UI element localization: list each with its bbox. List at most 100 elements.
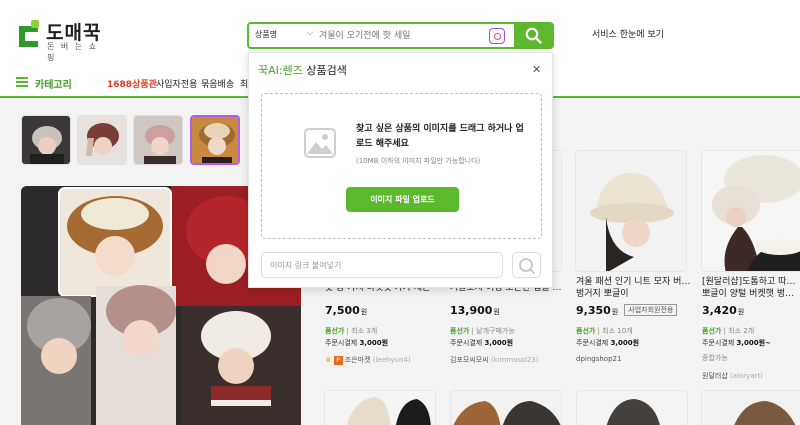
price-tag: 품선가	[325, 327, 345, 335]
seller-name: 김포모씨모씨	[450, 356, 489, 364]
shipping-fee: 3,000원	[359, 339, 389, 347]
shipping-label: 주문시결제	[325, 339, 358, 347]
search-icon	[519, 258, 535, 274]
price-unit: 원	[611, 308, 619, 316]
price-unit: 원	[493, 308, 500, 316]
product-photo	[702, 151, 800, 271]
price-tag: 품선가	[450, 327, 470, 335]
product-min-order: 품선가 | 최소 10개	[576, 327, 633, 335]
shipping-label: 주문시결제	[450, 339, 483, 347]
seller-name: 조은마켓	[344, 356, 371, 364]
price-value: 7,500	[325, 304, 360, 317]
price-value: 3,420	[702, 304, 737, 317]
seller-id: (leehyun4)	[372, 356, 411, 364]
thumbnail-image	[134, 116, 182, 164]
nav-item-bundle-shipping[interactable]: 묶음배송	[201, 77, 234, 90]
service-overview-link[interactable]: 서비스 한눈에 보기	[592, 27, 664, 40]
shipping-fee: 3,000원	[484, 339, 514, 347]
power-seller-icon: P	[333, 356, 343, 365]
product-shipping: 주문시결제 3,000원	[576, 338, 639, 348]
search-button[interactable]	[514, 22, 554, 49]
popup-title: 꾹AI:렌즈 상품검색	[258, 62, 347, 78]
product-photo	[451, 391, 561, 425]
product-photo	[325, 391, 435, 425]
search-box: 상품명 ⌵	[247, 22, 515, 49]
menu-icon[interactable]	[16, 77, 28, 87]
shipping-label: 주문시결제	[702, 339, 735, 347]
chevron-down-icon[interactable]: ⌵	[307, 28, 313, 38]
product-shipping: 주문시결제 3,000원~	[702, 338, 771, 348]
search-input[interactable]	[319, 27, 479, 45]
image-icon	[304, 128, 336, 158]
product-image[interactable]	[701, 390, 800, 425]
price-tag: 품선가	[702, 327, 722, 335]
reference-thumbnail[interactable]	[21, 115, 71, 165]
product-image[interactable]	[450, 390, 562, 425]
popup-brand: 꾹AI:렌즈	[258, 64, 303, 77]
category-menu[interactable]: 카테고리	[35, 76, 72, 91]
product-image[interactable]	[324, 390, 436, 425]
product-price: 9,350원 사업자회원전용	[576, 304, 678, 317]
min-quantity: 최소 2개	[728, 327, 755, 335]
logo[interactable]: 도매꾹 돈 버 는 쇼 핑	[16, 18, 106, 62]
reference-thumbnail-selected[interactable]	[190, 115, 240, 165]
price-unit: 원	[360, 308, 368, 316]
link-search-button[interactable]	[512, 252, 541, 278]
reference-thumbnail[interactable]	[77, 115, 127, 165]
product-photo	[577, 391, 687, 425]
search-icon	[525, 27, 542, 44]
product-price: 13,900원	[450, 304, 500, 317]
product-image[interactable]	[701, 150, 800, 272]
min-quantity: 최소 10개	[602, 327, 633, 335]
seller-info[interactable]: 김포모씨모씨 (kimmossi23)	[450, 355, 538, 365]
price-tag: 품선가	[576, 327, 596, 335]
seller-info[interactable]: ♛ P 조은마켓 (leehyun4)	[325, 355, 411, 365]
product-min-order: 품선가 | 낱개구매가능	[450, 327, 515, 335]
file-size-note: (10MB 이하의 이미지 파일만 가능합니다)	[356, 157, 481, 165]
image-link-input[interactable]: 이미지 링크 붙여넣기	[261, 252, 503, 278]
seller-info[interactable]: 원달러샵 (aloryart)	[702, 371, 763, 381]
image-drop-zone[interactable]: 찾고 싶은 상품의 이미지를 드래그 하거나 업로드 해주세요 (10MB 이하…	[261, 93, 542, 239]
product-shipping: 주문시결제 3,000원	[325, 338, 388, 348]
price-value: 9,350	[576, 304, 611, 317]
seller-id: (aloryart)	[730, 372, 763, 380]
search-type-select[interactable]: 상품명	[255, 29, 277, 40]
thumbnail-image	[192, 117, 238, 163]
seller-id: (kimmossi23)	[490, 356, 539, 364]
nav-item-business-only[interactable]: 사입자전용	[156, 77, 197, 90]
min-quantity: 최소 3개	[351, 327, 378, 335]
seller-name: 원달러샵	[702, 372, 728, 380]
reference-thumbnail[interactable]	[133, 115, 183, 165]
product-price: 3,420원	[702, 304, 744, 317]
shipping-label: 주문시결제	[576, 339, 609, 347]
shipping-fee: 3,000원~	[736, 339, 771, 347]
business-member-badge: 사업자회원전용	[624, 304, 678, 316]
product-extra-info: 종합가능	[702, 354, 728, 362]
product-title-line2[interactable]: 벙거지 뽀글이	[576, 286, 694, 299]
thumbnail-image	[22, 116, 70, 164]
thumbnail-image	[78, 116, 126, 164]
product-photo	[702, 391, 800, 425]
product-shipping: 주문시결제 3,000원	[450, 338, 513, 348]
product-min-order: 품선가 | 최소 2개	[702, 327, 755, 335]
product-photo	[576, 151, 686, 271]
drop-instruction: 찾고 싶은 상품의 이미지를 드래그 하거나 업로드 해주세요	[356, 124, 524, 149]
image-search-popup: 꾹AI:렌즈 상품검색 ✕ 찾고 싶은 상품의 이미지를 드래그 하거나 업로드…	[248, 52, 553, 288]
product-image[interactable]	[575, 150, 687, 272]
min-quantity: 낱개구매가능	[476, 327, 515, 335]
logo-subtitle: 돈 버 는 쇼 핑	[47, 42, 99, 62]
shipping-fee: 3,000원	[610, 339, 640, 347]
close-icon[interactable]: ✕	[532, 63, 541, 76]
product-image[interactable]	[576, 390, 688, 425]
image-search-camera-icon[interactable]	[489, 28, 505, 44]
logo-mark-icon	[19, 20, 39, 47]
upload-image-button[interactable]: 이미지 파일 업로드	[346, 187, 459, 212]
product-title-line2[interactable]: 뽀글이 양털 버켓햇 벙거지	[702, 286, 800, 299]
nav-item-1688[interactable]: 1688상품관	[107, 77, 157, 90]
seller-info[interactable]: dpingshop21	[576, 355, 621, 363]
product-price: 7,500원	[325, 304, 367, 317]
price-value: 13,900	[450, 304, 493, 317]
popup-title-text: 상품검색	[302, 64, 347, 77]
product-min-order: 품선가 | 최소 3개	[325, 327, 378, 335]
price-unit: 원	[737, 308, 745, 316]
